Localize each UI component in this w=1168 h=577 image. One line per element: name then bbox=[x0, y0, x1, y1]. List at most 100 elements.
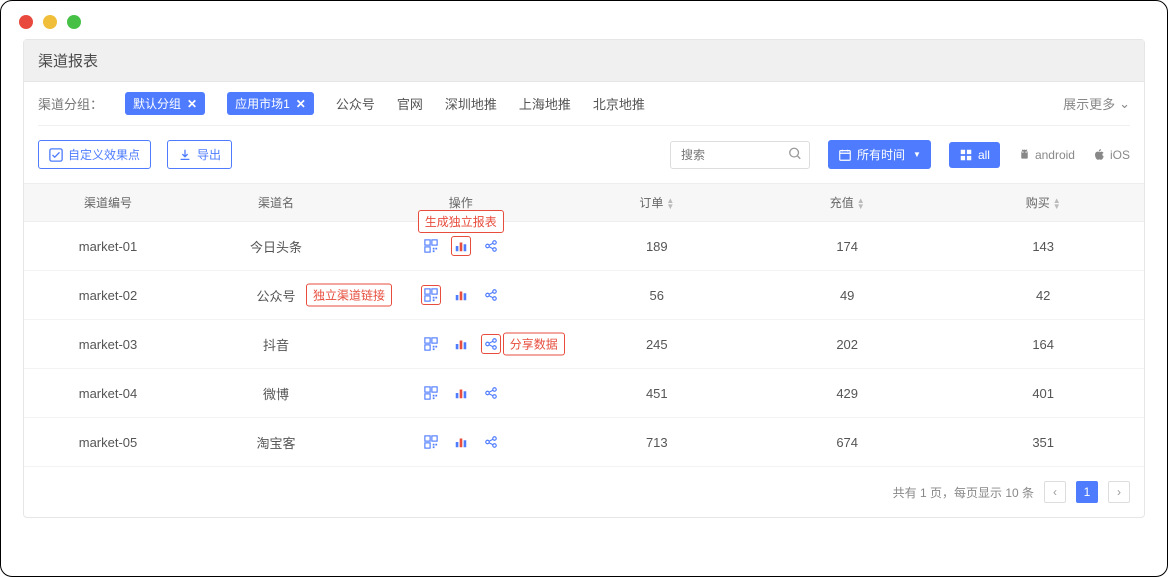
col-buy[interactable]: 购买 bbox=[942, 184, 1144, 222]
cell-recharge: 429 bbox=[752, 369, 942, 418]
page-title: 渠道报表 bbox=[24, 40, 1144, 82]
sort-icon bbox=[857, 198, 865, 210]
chart-icon[interactable] bbox=[451, 236, 471, 256]
qr-code-icon[interactable] bbox=[421, 383, 441, 403]
cell-buy: 164 bbox=[942, 320, 1144, 369]
table-row: market-05 淘宝客 713 674 351 bbox=[24, 418, 1144, 467]
table-row: market-02 公众号独立渠道链接 56 49 42 bbox=[24, 271, 1144, 320]
android-icon bbox=[1018, 148, 1031, 161]
share-icon[interactable] bbox=[481, 334, 501, 354]
chart-icon[interactable] bbox=[451, 432, 471, 452]
table-row: market-03 抖音 分享数据 245 202 164 bbox=[24, 320, 1144, 369]
table-row: market-04 微博 451 429 401 bbox=[24, 369, 1144, 418]
cell-actions bbox=[360, 369, 562, 418]
ios-filter[interactable]: iOS bbox=[1093, 148, 1130, 162]
cell-channel-id: market-03 bbox=[24, 320, 192, 369]
maximize-window-icon[interactable] bbox=[67, 15, 81, 29]
checkbox-icon bbox=[49, 148, 63, 162]
filter-tag-default[interactable]: 默认分组 ✕ bbox=[125, 92, 205, 115]
close-window-icon[interactable] bbox=[19, 15, 33, 29]
remove-tag-icon[interactable]: ✕ bbox=[296, 97, 306, 111]
filter-item[interactable]: 北京地推 bbox=[593, 94, 645, 113]
cell-channel-name: 微博 bbox=[192, 369, 360, 418]
cell-buy: 42 bbox=[942, 271, 1144, 320]
show-more-button[interactable]: 展示更多 ⌄ bbox=[1063, 94, 1130, 113]
cell-channel-id: market-04 bbox=[24, 369, 192, 418]
cell-channel-name: 公众号独立渠道链接 bbox=[192, 271, 360, 320]
cell-orders: 713 bbox=[562, 418, 752, 467]
export-button[interactable]: 导出 bbox=[167, 140, 232, 169]
toolbar: 自定义效果点 导出 所有时间 all bbox=[24, 126, 1144, 183]
cell-orders: 451 bbox=[562, 369, 752, 418]
android-filter[interactable]: android bbox=[1018, 148, 1075, 162]
search-icon[interactable] bbox=[788, 146, 802, 163]
search-input-wrap bbox=[670, 141, 810, 169]
cell-orders: 56 bbox=[562, 271, 752, 320]
cell-channel-name: 淘宝客 bbox=[192, 418, 360, 467]
chart-icon[interactable] bbox=[451, 334, 471, 354]
filter-row: 渠道分组： 默认分组 ✕ 应用市场1 ✕ 公众号 官网 深圳地推 上海地推 北京… bbox=[24, 82, 1144, 125]
share-icon[interactable] bbox=[481, 236, 501, 256]
custom-effect-button[interactable]: 自定义效果点 bbox=[38, 140, 151, 169]
chart-icon[interactable] bbox=[451, 383, 471, 403]
filter-tag-market1[interactable]: 应用市场1 ✕ bbox=[227, 92, 314, 115]
cell-recharge: 49 bbox=[752, 271, 942, 320]
main-panel: 渠道报表 渠道分组： 默认分组 ✕ 应用市场1 ✕ 公众号 官网 深圳地推 上海… bbox=[23, 39, 1145, 518]
cell-actions bbox=[360, 418, 562, 467]
filter-label: 渠道分组： bbox=[38, 94, 103, 113]
cell-channel-id: market-01 bbox=[24, 222, 192, 271]
col-channel-id: 渠道编号 bbox=[24, 184, 192, 222]
app-window: 渠道报表 渠道分组： 默认分组 ✕ 应用市场1 ✕ 公众号 官网 深圳地推 上海… bbox=[0, 0, 1168, 577]
time-filter-button[interactable]: 所有时间 bbox=[828, 140, 931, 169]
channel-table: 渠道编号 渠道名 操作 生成独立报表 订单 充值 购买 market-01 今日… bbox=[24, 183, 1144, 467]
share-icon[interactable] bbox=[481, 432, 501, 452]
prev-page-button[interactable]: ‹ bbox=[1044, 481, 1066, 503]
qr-code-icon[interactable] bbox=[421, 236, 441, 256]
cell-recharge: 674 bbox=[752, 418, 942, 467]
cell-recharge: 174 bbox=[752, 222, 942, 271]
col-recharge[interactable]: 充值 bbox=[752, 184, 942, 222]
remove-tag-icon[interactable]: ✕ bbox=[187, 97, 197, 111]
next-page-button[interactable]: › bbox=[1108, 481, 1130, 503]
cell-channel-id: market-05 bbox=[24, 418, 192, 467]
minimize-window-icon[interactable] bbox=[43, 15, 57, 29]
cell-orders: 189 bbox=[562, 222, 752, 271]
chart-icon[interactable] bbox=[451, 285, 471, 305]
cell-channel-id: market-02 bbox=[24, 271, 192, 320]
cell-orders: 245 bbox=[562, 320, 752, 369]
page-number[interactable]: 1 bbox=[1076, 481, 1098, 503]
filter-item[interactable]: 公众号 bbox=[336, 94, 375, 113]
filter-item[interactable]: 上海地推 bbox=[519, 94, 571, 113]
chevron-down-icon: ⌄ bbox=[1119, 96, 1130, 112]
col-orders[interactable]: 订单 bbox=[562, 184, 752, 222]
cell-buy: 143 bbox=[942, 222, 1144, 271]
sort-icon bbox=[666, 198, 674, 210]
col-channel-name: 渠道名 bbox=[192, 184, 360, 222]
cell-actions bbox=[360, 271, 562, 320]
cell-actions: 分享数据 bbox=[360, 320, 562, 369]
cell-actions bbox=[360, 222, 562, 271]
pagination-info: 共有 1 页，每页显示 10 条 bbox=[893, 484, 1034, 501]
cell-channel-name: 抖音 bbox=[192, 320, 360, 369]
filter-item[interactable]: 官网 bbox=[397, 94, 423, 113]
qr-code-icon[interactable] bbox=[421, 432, 441, 452]
apple-icon bbox=[1093, 148, 1106, 161]
window-controls bbox=[1, 1, 1167, 39]
qr-code-icon[interactable] bbox=[421, 285, 441, 305]
filter-item[interactable]: 深圳地推 bbox=[445, 94, 497, 113]
share-icon[interactable] bbox=[481, 285, 501, 305]
pagination: 共有 1 页，每页显示 10 条 ‹ 1 › bbox=[24, 467, 1144, 517]
calendar-icon bbox=[838, 148, 852, 162]
qr-code-icon[interactable] bbox=[421, 334, 441, 354]
cell-buy: 401 bbox=[942, 369, 1144, 418]
all-platforms-button[interactable]: all bbox=[949, 142, 1000, 168]
cell-recharge: 202 bbox=[752, 320, 942, 369]
cell-channel-name: 今日头条 bbox=[192, 222, 360, 271]
share-icon[interactable] bbox=[481, 383, 501, 403]
table-row: market-01 今日头条 189 174 143 bbox=[24, 222, 1144, 271]
sort-icon bbox=[1053, 198, 1061, 210]
callout-share: 分享数据 bbox=[503, 333, 565, 356]
col-actions: 操作 生成独立报表 bbox=[360, 184, 562, 222]
grid-icon bbox=[959, 148, 973, 162]
download-icon bbox=[178, 148, 192, 162]
